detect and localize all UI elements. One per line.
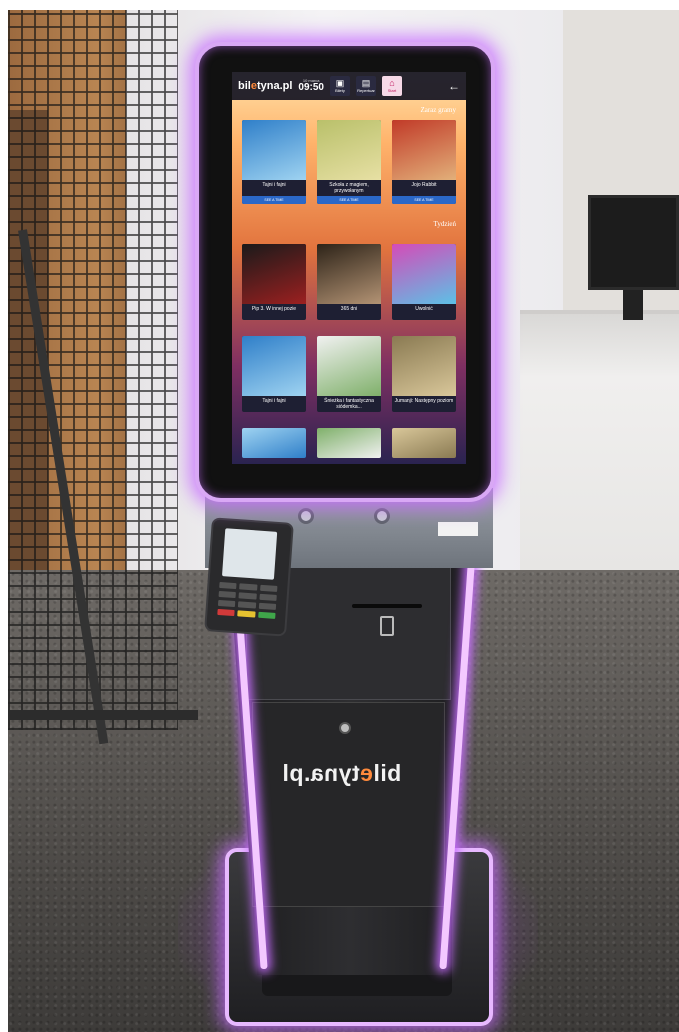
terminal-screen [221,528,278,580]
movie-title: 365 dni [340,306,358,312]
home-icon: ⌂ [389,78,395,88]
movie-title: Uwolnić [415,306,433,312]
movie-card[interactable]: Tajni i fajni SEE A TIME [242,120,306,204]
keypad-key[interactable] [238,592,257,600]
ticket-icon: ▣ [335,78,345,88]
movie-card[interactable]: Jojo Rabbit SEE A TIME [392,120,456,204]
ticket-slot[interactable] [352,604,422,608]
movie-card[interactable]: Tajni i fajni [242,336,306,412]
movie-poster[interactable] [392,336,456,396]
keypad-key[interactable] [238,601,256,609]
showtime-button[interactable]: SEE A TIME [317,196,381,204]
lock-icon [339,722,351,734]
terminal-keypad[interactable] [217,581,278,619]
movie-card[interactable] [392,428,456,458]
movie-poster[interactable] [242,120,306,180]
nav-home-button[interactable]: ⌂ Start [382,76,402,96]
brand-logo: biletyna.pl [238,80,293,92]
movie-poster[interactable] [317,336,381,396]
movie-title: Jojo Rabbit [411,182,437,188]
movie-card[interactable]: Śnieżka i fantastyczna siódemka... [317,336,381,412]
screw-icon [374,508,390,524]
movie-title: Pip 3. W innej pozie [251,306,297,312]
clock: 10 marca 09:50 [298,78,324,93]
kiosk-sticker [438,522,478,536]
movie-title: Jumanji: Następny poziom [394,398,454,404]
section-title-week: Tydzień [433,220,456,228]
movie-poster[interactable] [242,336,306,396]
movie-row-now: Tajni i fajni SEE A TIME Szkoła z magiem, … [242,120,456,204]
keypad-key[interactable] [217,599,236,608]
movie-row-partial [242,428,456,458]
keypad-key[interactable] [218,590,237,599]
movie-poster[interactable] [317,244,381,304]
metal-grid-fence [8,10,178,730]
movie-row-week: Pip 3. W innej pozie 365 dni Uwolnić [242,244,456,320]
monitor-stand [623,290,643,320]
movie-card[interactable]: Jumanji: Następny poziom [392,336,456,412]
receipt-icon [380,616,394,636]
nav-tickets-button[interactable]: ▣ Bilety [330,76,350,96]
movie-card[interactable]: 365 dni [317,244,381,320]
movie-row-week-2: Tajni i fajni Śnieżka i fantastyczna siód… [242,336,456,412]
keypad-key[interactable] [259,593,277,601]
movie-title: Tajni i fajni [262,398,286,404]
computer-monitor [588,195,679,290]
movie-poster[interactable] [392,120,456,180]
movie-card[interactable] [242,428,306,458]
fence-base [8,710,198,720]
film-icon: ▤ [361,78,371,88]
movie-title: Śnieżka i fantastyczna siódemka... [324,398,374,410]
movie-title: Tajni i fajni [262,182,286,188]
movie-poster[interactable] [242,244,306,304]
card-payment-terminal[interactable] [204,517,294,637]
confirm-key[interactable] [257,611,276,619]
nav-repertoire-button[interactable]: ▤ Repertuar [356,76,376,96]
keypad-key[interactable] [219,581,237,590]
cancel-key[interactable] [217,608,235,617]
showtime-button[interactable]: SEE A TIME [392,196,456,204]
screen-top-bar: biletyna.pl 10 marca 09:50 ▣ Bilety ▤ Repe… [232,72,466,100]
movie-card[interactable]: Uwolnić [392,244,456,320]
keypad-key[interactable] [258,602,277,610]
kiosk-logo: biletyna.pl [282,760,402,786]
back-arrow-icon[interactable]: ← [448,79,460,93]
kiosk-touchscreen[interactable]: biletyna.pl 10 marca 09:50 ▣ Bilety ▤ Repe… [232,72,466,464]
keypad-key[interactable] [239,583,258,591]
movie-poster[interactable] [317,120,381,180]
clear-key[interactable] [237,610,256,618]
movie-title: Szkoła z magiem, przywołanym [329,182,369,194]
movie-card[interactable] [317,428,381,458]
movie-card[interactable]: Szkoła z magiem, przywołanym SEE A TIME [317,120,381,204]
screw-icon [298,508,314,524]
keypad-key[interactable] [259,584,278,592]
movie-card[interactable]: Pip 3. W innej pozie [242,244,306,320]
showtime-button[interactable]: SEE A TIME [242,196,306,204]
movie-poster[interactable] [392,244,456,304]
section-title-now: Zaraz gramy [420,106,456,114]
